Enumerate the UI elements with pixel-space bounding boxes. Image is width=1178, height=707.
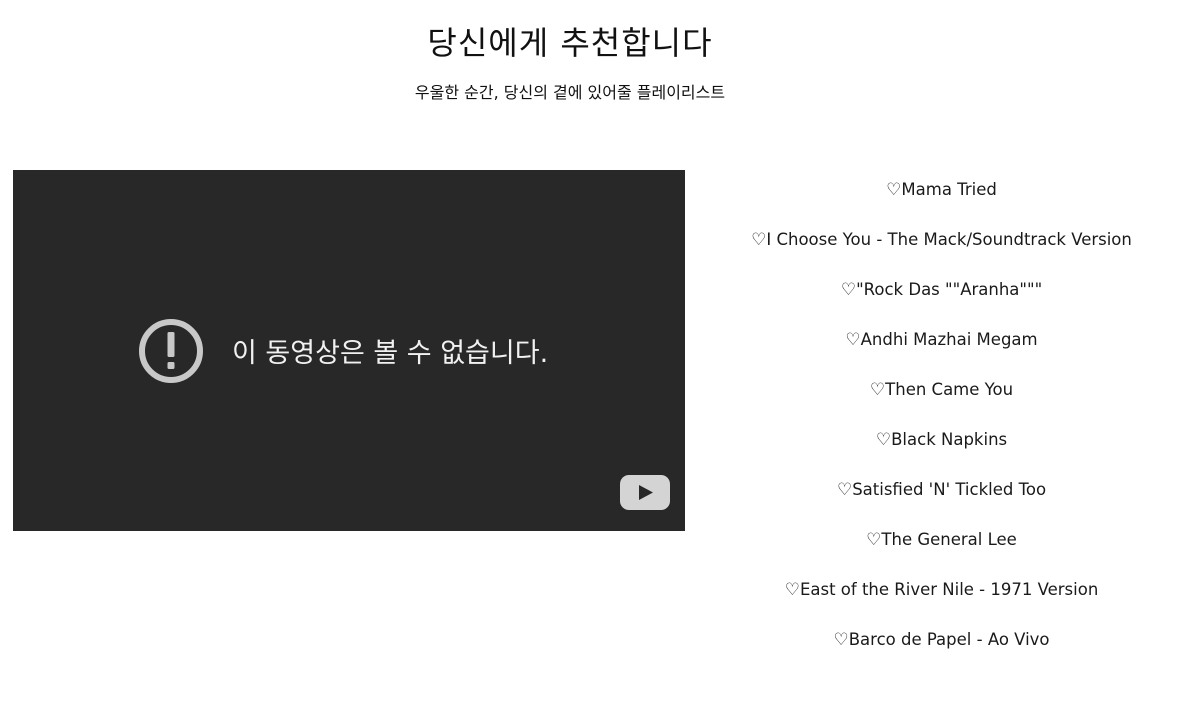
heart-icon: ♡ xyxy=(784,580,800,600)
video-player[interactable]: 이 동영상은 볼 수 없습니다. xyxy=(13,170,685,531)
song-title: East of the River Nile - 1971 Version xyxy=(799,580,1099,599)
song-title: Then Came You xyxy=(885,380,1014,399)
heart-icon: ♡ xyxy=(866,530,882,550)
playlist-item[interactable]: ♡Barco de Papel - Ao Vivo xyxy=(705,620,1178,670)
playlist-item[interactable]: ♡Andhi Mazhai Megam xyxy=(705,320,1178,370)
video-error-message: 이 동영상은 볼 수 없습니다. xyxy=(232,338,549,369)
heart-icon: ♡ xyxy=(869,380,886,400)
heart-icon: ♡ xyxy=(886,180,902,200)
heart-icon: ♡ xyxy=(836,480,853,500)
song-title: Satisfied 'N' Tickled Too xyxy=(852,480,1047,499)
heart-icon: ♡ xyxy=(840,280,857,300)
heart-icon: ♡ xyxy=(833,630,849,650)
playlist: ♡Mama Tried ♡I Choose You - The Mack/Sou… xyxy=(705,170,1178,670)
heart-icon: ♡ xyxy=(751,230,767,250)
playlist-item[interactable]: ♡East of the River Nile - 1971 Version xyxy=(705,570,1178,620)
youtube-logo-icon[interactable] xyxy=(620,475,670,510)
song-title: Barco de Papel - Ao Vivo xyxy=(848,630,1050,649)
playlist-item[interactable]: ♡Then Came You xyxy=(705,370,1178,420)
playlist-item[interactable]: ♡The General Lee xyxy=(705,520,1178,570)
page-subtitle: 우울한 순간, 당신의 곁에 있어줄 플레이리스트 xyxy=(414,83,726,102)
playlist-item[interactable]: ♡I Choose You - The Mack/Soundtrack Vers… xyxy=(705,220,1178,270)
heart-icon: ♡ xyxy=(875,430,892,450)
alert-circle-icon xyxy=(139,319,203,383)
page-title: 당신에게 추천합니다 xyxy=(427,24,713,62)
playlist-item[interactable]: ♡Satisfied 'N' Tickled Too xyxy=(705,470,1178,520)
song-title: I Choose You - The Mack/Soundtrack Versi… xyxy=(766,230,1132,249)
playlist-item[interactable]: ♡Black Napkins xyxy=(705,420,1178,470)
playlist-item[interactable]: ♡"Rock Das ""Aranha""" xyxy=(705,270,1178,320)
song-title: Andhi Mazhai Megam xyxy=(860,330,1038,349)
song-title: "Rock Das ""Aranha""" xyxy=(856,280,1043,299)
heart-icon: ♡ xyxy=(845,330,861,350)
song-title: The General Lee xyxy=(881,530,1017,549)
playlist-item[interactable]: ♡Mama Tried xyxy=(705,170,1178,220)
song-title: Mama Tried xyxy=(901,180,997,199)
song-title: Black Napkins xyxy=(891,430,1008,449)
